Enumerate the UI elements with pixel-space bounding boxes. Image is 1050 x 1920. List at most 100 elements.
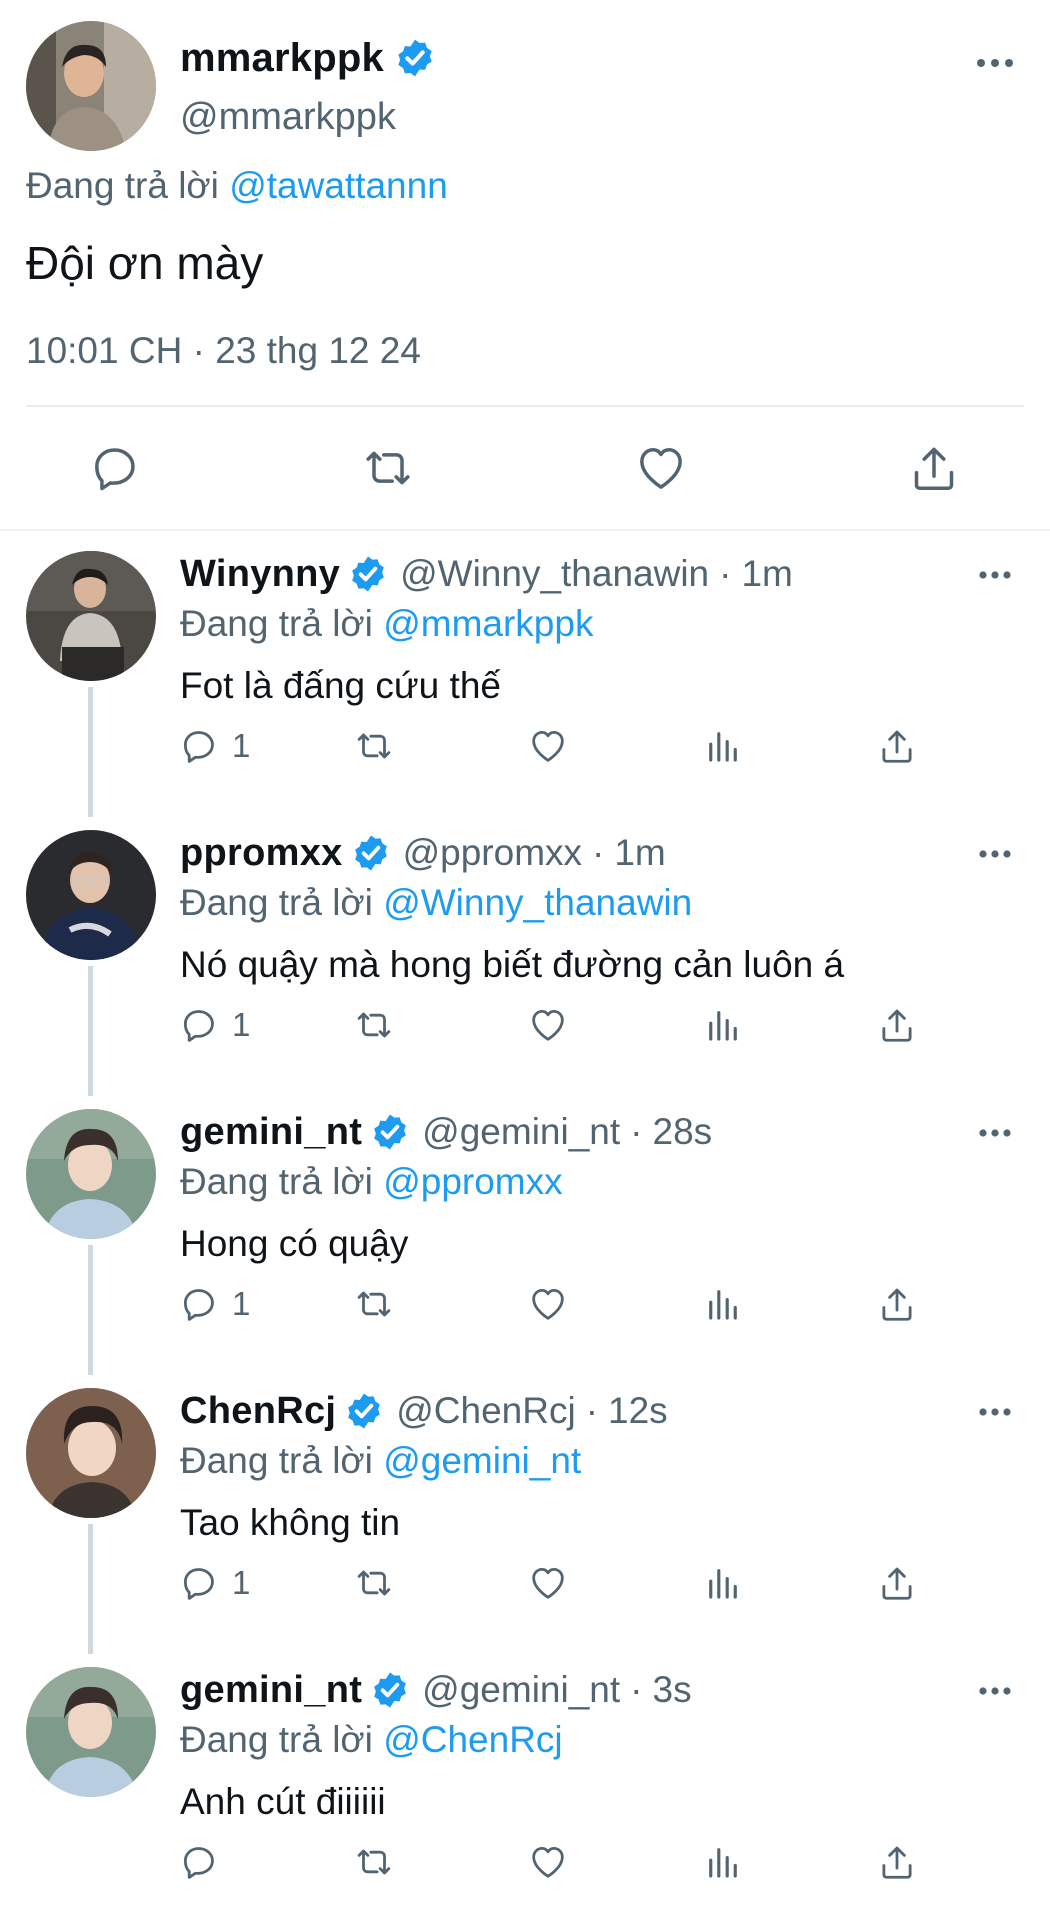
main-action-bar [0, 440, 1050, 496]
like-button[interactable] [527, 1560, 569, 1606]
avatar[interactable] [26, 1667, 156, 1797]
views-button[interactable] [702, 723, 744, 769]
separator-dot: · [630, 1669, 643, 1710]
separator-dot: · [630, 1111, 643, 1152]
more-options-icon[interactable] [977, 1119, 1013, 1147]
retweet-button[interactable] [353, 1560, 395, 1606]
views-button[interactable] [702, 1839, 744, 1885]
reply-icon [95, 448, 135, 491]
reply-tweet[interactable]: ppromxx @ppromxx · 1m Đang trả lời @Winn… [0, 816, 1050, 1096]
retweet-button[interactable] [353, 1839, 395, 1885]
reply-tweet[interactable]: gemini_nt @gemini_nt · 28s Đang trả lời … [0, 1095, 1050, 1375]
avatar[interactable] [26, 830, 156, 960]
share-icon [882, 1846, 912, 1879]
author-name[interactable]: ppromxx [180, 832, 343, 875]
replying-mention[interactable]: @Winny_thanawin [383, 882, 692, 923]
more-options-icon[interactable] [977, 561, 1013, 589]
share-button[interactable] [876, 1281, 918, 1327]
author-handle[interactable]: @Winny_thanawin [400, 553, 709, 595]
reply-button[interactable]: 1 [178, 1560, 250, 1606]
tweet-timestamp[interactable]: 10:01 CH · 23 thg 12 24 [26, 330, 421, 372]
replying-to: Đang trả lời @ppromxx [180, 1161, 563, 1203]
avatar-photo [26, 830, 156, 960]
replying-mention[interactable]: @gemini_nt [383, 1440, 581, 1481]
like-button[interactable] [633, 440, 689, 496]
reply-button[interactable]: 1 [178, 1002, 250, 1048]
verified-badge-icon [352, 556, 384, 592]
author-row: mmarkppk [180, 30, 436, 86]
section-divider [0, 529, 1050, 531]
views-button[interactable] [702, 1560, 744, 1606]
author-handle[interactable]: @ppromxx [403, 832, 582, 874]
author-name[interactable]: mmarkppk [180, 36, 384, 81]
share-icon [882, 1567, 912, 1600]
like-button[interactable] [527, 1839, 569, 1885]
reply-button[interactable]: 1 [178, 1281, 250, 1327]
retweet-button[interactable] [360, 440, 416, 496]
reply-count: 1 [232, 1006, 251, 1043]
share-icon [882, 1009, 912, 1042]
tweet-time[interactable]: 28s [653, 1111, 713, 1153]
reply-button[interactable] [178, 1839, 232, 1885]
replying-to: Đang trả lời @Winny_thanawin [180, 882, 692, 924]
author-handle[interactable]: @gemini_nt [422, 1111, 620, 1153]
reply-button[interactable]: 1 [178, 723, 250, 769]
replying-mention[interactable]: @ppromxx [383, 1161, 562, 1202]
avatar[interactable] [26, 551, 156, 681]
reply-tweet[interactable]: ChenRcj @ChenRcj · 12s Đang trả lời @gem… [0, 1374, 1050, 1654]
tweet-text: Đội ơn mày [26, 237, 264, 289]
avatar[interactable] [26, 1109, 156, 1239]
tweet-time[interactable]: 1m [741, 553, 792, 595]
reply-tweet[interactable]: gemini_nt @gemini_nt · 3s Đang trả lời @… [0, 1653, 1050, 1920]
reply-count: 1 [232, 727, 251, 764]
author-name[interactable]: gemini_nt [180, 1669, 362, 1712]
author-handle[interactable]: @mmarkppk [180, 96, 396, 139]
like-icon [640, 448, 682, 489]
share-button[interactable] [876, 1002, 918, 1048]
reply-icon [183, 1289, 214, 1321]
analytics-icon [709, 1011, 737, 1041]
author-row: gemini_nt @gemini_nt · 3s [180, 1665, 692, 1715]
reply-tweet[interactable]: Winynny @Winny_thanawin · 1m Đang trả lờ… [0, 537, 1050, 817]
more-options-icon[interactable] [977, 1677, 1013, 1705]
retweet-icon [357, 1849, 391, 1875]
replying-mention[interactable]: @mmarkppk [383, 603, 593, 644]
author-name[interactable]: Winynny [180, 553, 340, 596]
author-row: ppromxx @ppromxx · 1m [180, 828, 666, 878]
views-button[interactable] [702, 1281, 744, 1327]
author-name[interactable]: gemini_nt [180, 1111, 362, 1154]
author-name[interactable]: ChenRcj [180, 1390, 336, 1433]
share-button[interactable] [876, 723, 918, 769]
share-button[interactable] [876, 1839, 918, 1885]
like-button[interactable] [527, 1281, 569, 1327]
verified-badge-icon [348, 1393, 381, 1429]
share-icon [882, 730, 912, 763]
reply-button[interactable] [87, 440, 143, 496]
reply-icon [183, 1847, 214, 1879]
author-handle[interactable]: @gemini_nt [422, 1669, 620, 1711]
retweet-button[interactable] [353, 1281, 395, 1327]
avatar-photo [26, 551, 156, 681]
more-options-icon[interactable] [977, 1398, 1013, 1426]
more-options-icon[interactable] [975, 48, 1015, 78]
analytics-icon [709, 1290, 737, 1320]
more-options-icon[interactable] [977, 840, 1013, 868]
like-button[interactable] [527, 723, 569, 769]
retweet-button[interactable] [353, 723, 395, 769]
author-handle[interactable]: @ChenRcj [396, 1390, 575, 1432]
share-button[interactable] [906, 440, 962, 496]
tweet-time[interactable]: 3s [653, 1669, 692, 1711]
replying-prefix: Đang trả lời [180, 603, 373, 644]
replying-mention[interactable]: @ChenRcj [383, 1719, 562, 1760]
like-button[interactable] [527, 1002, 569, 1048]
tweet-time[interactable]: 1m [614, 832, 665, 874]
reply-icon [183, 731, 214, 763]
tweet-time[interactable]: 12s [608, 1390, 668, 1432]
share-button[interactable] [876, 1560, 918, 1606]
retweet-button[interactable] [353, 1002, 395, 1048]
views-button[interactable] [702, 1002, 744, 1048]
tweet-text: Fot là đấng cứu thế [180, 665, 501, 706]
avatar[interactable] [26, 1388, 156, 1518]
replying-mention[interactable]: @tawattannn [229, 165, 448, 206]
avatar[interactable] [26, 21, 156, 151]
